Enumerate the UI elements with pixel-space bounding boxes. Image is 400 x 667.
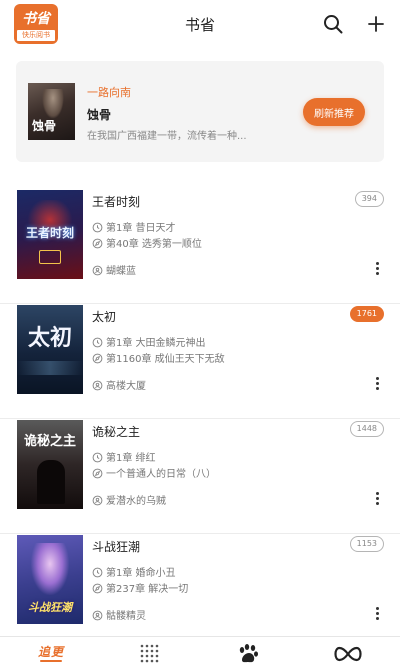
first-chapter-text: 第1章 绯红 — [106, 453, 156, 464]
book-author: 爱潜水的乌贼 — [92, 492, 166, 507]
book-author-name: 爱潜水的乌贼 — [106, 496, 166, 507]
plus-icon[interactable] — [365, 13, 387, 35]
more-vertical-icon[interactable] — [373, 377, 381, 393]
latest-chapter-text: 一个普通人的日常（八） — [106, 469, 216, 480]
user-icon — [92, 265, 103, 276]
cover-figure — [31, 543, 69, 595]
book-author-name: 蝴蝶蓝 — [106, 266, 136, 277]
book-title: 王者时刻 — [92, 195, 141, 209]
book-cover-title: 斗战狂潮 — [28, 601, 72, 614]
more-vertical-icon[interactable] — [373, 607, 381, 623]
update-count-badge: 394 — [354, 191, 384, 207]
compass-icon — [92, 468, 103, 479]
clock-icon — [92, 222, 103, 233]
clock-icon — [92, 337, 103, 348]
compass-icon — [92, 238, 103, 249]
active-tab-indicator — [40, 660, 62, 662]
cover-mist — [17, 361, 83, 375]
book-author: 高楼大厦 — [92, 377, 146, 392]
latest-chapter: 第1160章 成仙王天下无敌 — [92, 350, 225, 365]
compass-icon — [92, 353, 103, 364]
more-vertical-icon[interactable] — [373, 262, 381, 278]
book-list-item[interactable]: 斗战狂潮 斗战狂潮 第1章 婚命小丑 第237章 解决一切 骷髅精灵 1153 — [0, 534, 400, 649]
user-icon — [92, 495, 103, 506]
book-cover-title: 太初 — [27, 325, 72, 351]
recommend-book-title[interactable]: 蚀骨 — [87, 106, 111, 123]
book-list-item[interactable]: 太初 太初 第1章 大田金鳞元神出 第1160章 成仙王天下无敌 高楼大厦 17… — [0, 304, 400, 419]
update-count-badge: 1761 — [349, 306, 384, 322]
search-icon[interactable] — [322, 13, 344, 35]
update-count-badge: 1153 — [349, 536, 384, 552]
recommend-tag: 一路向南 — [87, 86, 131, 99]
recommend-cover-title: 蚀骨 — [32, 119, 57, 133]
book-title: 斗战狂潮 — [92, 540, 141, 554]
tab-more[interactable] — [334, 643, 362, 665]
clock-icon — [92, 567, 103, 578]
compass-icon — [92, 583, 103, 594]
cover-emblem — [39, 250, 61, 264]
tab-bookshelf[interactable]: 追更 — [38, 643, 66, 665]
book-cover-title: 诡秘之主 — [23, 434, 76, 449]
paw-tab-icon — [239, 644, 258, 663]
grid-dots-tab-icon — [140, 644, 159, 663]
clock-icon — [92, 452, 103, 463]
first-chapter: 第1章 昔日天才 — [92, 219, 176, 234]
book-list-item[interactable]: 王者时刻 王者时刻 第1章 昔日天才 第40章 选秀第一顺位 蝴蝶蓝 394 — [0, 189, 400, 304]
infinity-tab-icon — [334, 646, 362, 662]
latest-chapter-text: 第40章 选秀第一顺位 — [106, 239, 202, 250]
book-list-item[interactable]: 诡秘之主 诡秘之主 第1章 绯红 一个普通人的日常（八） 爱潜水的乌贼 1448 — [0, 419, 400, 534]
book-cover[interactable]: 诡秘之主 — [17, 420, 83, 509]
book-cover[interactable]: 王者时刻 — [17, 190, 83, 279]
bookshelf-tab-icon: 追更 — [38, 645, 65, 659]
refresh-recommend-button[interactable]: 刷新推荐 — [303, 98, 365, 126]
first-chapter: 第1章 大田金鳞元神出 — [92, 334, 206, 349]
more-vertical-icon[interactable] — [373, 492, 381, 508]
book-title: 诡秘之主 — [92, 425, 141, 439]
recommend-description: 在我国广西福建一带，流传着一种... — [87, 131, 247, 142]
cover-figure — [42, 89, 64, 119]
tab-discover[interactable] — [138, 643, 166, 665]
first-chapter: 第1章 绯红 — [92, 449, 156, 464]
book-author: 蝴蝶蓝 — [92, 262, 136, 277]
update-count-badge: 1448 — [349, 421, 384, 437]
recommendation-card[interactable]: 蚀骨 一路向南 蚀骨 在我国广西福建一带，流传着一种... 刷新推荐 — [16, 61, 384, 162]
latest-chapter: 第40章 选秀第一顺位 — [92, 235, 202, 250]
recommend-cover[interactable]: 蚀骨 — [28, 83, 75, 140]
tab-community[interactable] — [236, 643, 264, 665]
book-cover[interactable]: 斗战狂潮 — [17, 535, 83, 624]
bottom-tab-bar: 追更 — [0, 636, 400, 667]
book-cover-title: 王者时刻 — [25, 226, 74, 240]
book-author-name: 骷髅精灵 — [106, 611, 146, 622]
latest-chapter-text: 第237章 解决一切 — [106, 584, 189, 595]
book-author: 骷髅精灵 — [92, 607, 146, 622]
latest-chapter-text: 第1160章 成仙王天下无敌 — [106, 354, 225, 365]
user-icon — [92, 610, 103, 621]
cover-figure — [37, 460, 65, 504]
first-chapter-text: 第1章 昔日天才 — [106, 223, 176, 234]
first-chapter-text: 第1章 婚命小丑 — [106, 568, 176, 579]
top-bar: 书省 快乐阅书 书省 — [0, 0, 400, 48]
user-icon — [92, 380, 103, 391]
latest-chapter: 一个普通人的日常（八） — [92, 465, 216, 480]
book-cover[interactable]: 太初 — [17, 305, 83, 394]
first-chapter: 第1章 婚命小丑 — [92, 564, 176, 579]
latest-chapter: 第237章 解决一切 — [92, 580, 188, 595]
first-chapter-text: 第1章 大田金鳞元神出 — [106, 338, 206, 349]
book-author-name: 高楼大厦 — [106, 381, 146, 392]
book-title: 太初 — [92, 310, 117, 324]
